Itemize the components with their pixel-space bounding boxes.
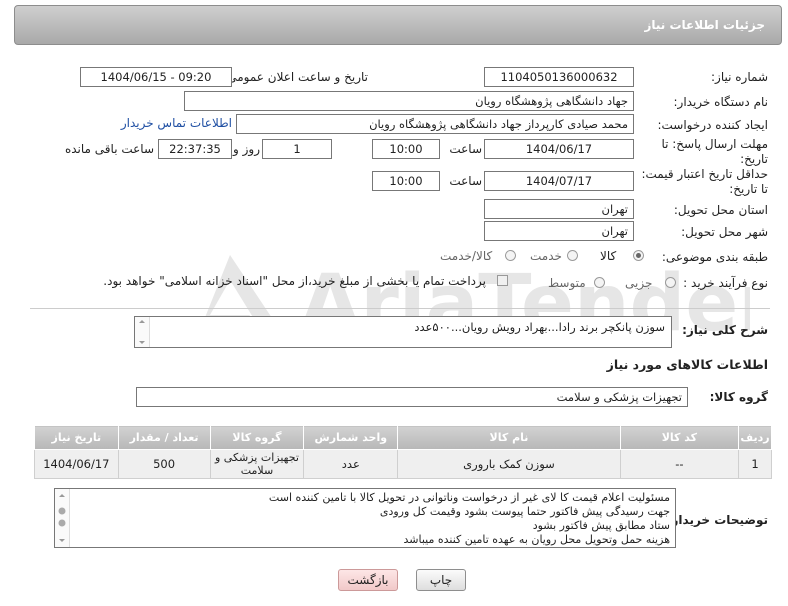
goods-group-field: تجهیزات پزشکی و سلامت <box>136 387 688 407</box>
general-desc-scrollbar[interactable] <box>135 317 150 347</box>
province-field: تهران <box>484 199 634 219</box>
cell-unit: عدد <box>303 449 399 479</box>
city-label: شهر محل تحویل: <box>681 225 768 239</box>
general-desc-label: شرح کلی نیاز: <box>682 323 768 337</box>
days-and-label: روز و <box>233 142 260 156</box>
validity-time-field: 10:00 <box>372 171 440 191</box>
category-option-goods: کالا <box>600 249 617 263</box>
category-option-goods-service: کالا/خدمت <box>440 249 493 263</box>
process-type-label: نوع فرآیند خرید : <box>683 276 768 290</box>
payment-note: پرداخت تمام یا بخشی از مبلغ خرید،از محل … <box>103 274 486 288</box>
process-radio-medium[interactable] <box>594 277 605 288</box>
note-line: هزینه حمل وتحویل محل رویان به عهده تامین… <box>403 533 670 546</box>
buyer-notes-text: مسئولیت اعلام قیمت کا لای غیر از درخواست… <box>269 491 670 547</box>
process-option-minor: جزیی <box>625 276 653 290</box>
announce-label: تاریخ و ساعت اعلان عمومی: <box>223 70 368 84</box>
buyer-notes-textarea[interactable]: مسئولیت اعلام قیمت کا لای غیر از درخواست… <box>54 488 676 548</box>
category-radio-service[interactable] <box>567 250 578 261</box>
city-field: تهران <box>484 221 634 241</box>
reply-time-field: 10:00 <box>372 139 440 159</box>
cell-row: 1 <box>738 449 772 479</box>
goods-group-label: گروه کالا: <box>709 390 768 404</box>
reply-time-label: ساعت <box>449 142 482 156</box>
treasury-payment-checkbox[interactable] <box>497 275 508 286</box>
validity-time-label: ساعت <box>449 174 482 188</box>
need-number-field: 1104050136000632 <box>484 67 634 87</box>
header-bar: جزئیات اطلاعات نیاز <box>14 5 782 45</box>
cell-need-date: 1404/06/17 <box>34 449 119 479</box>
category-option-service: خدمت <box>530 249 562 263</box>
col-quantity: تعداد / مقدار <box>117 425 211 450</box>
table-row: 1404/06/17 500 تجهیزات پزشکی و سلامت عدد… <box>34 449 772 479</box>
back-button[interactable]: بازگشت <box>338 569 398 591</box>
col-unit: واحد شمارش <box>303 425 399 450</box>
process-radio-minor[interactable] <box>665 277 676 288</box>
category-radio-goods[interactable] <box>633 250 644 261</box>
reply-date-field: 1404/06/17 <box>484 139 634 159</box>
requester-label: ایجاد کننده درخواست: <box>657 118 768 132</box>
announce-field: 1404/06/15 - 09:20 <box>80 67 232 87</box>
col-row: ردیف <box>738 425 772 450</box>
process-option-medium: متوسط <box>548 276 586 290</box>
need-number-label: شماره نیاز: <box>711 70 768 84</box>
page-title: جزئیات اطلاعات نیاز <box>644 18 765 32</box>
note-line: مسئولیت اعلام قیمت کا لای غیر از درخواست… <box>268 491 670 504</box>
cell-quantity: 500 <box>117 449 211 479</box>
buyer-contact-link[interactable]: اطلاعات تماس خریدار <box>121 116 232 130</box>
requester-field: محمد صیادی کارپرداز جهاد دانشگاهی پژوهشگ… <box>236 114 634 134</box>
days-field: 1 <box>262 139 332 159</box>
buyer-org-field: جهاد دانشگاهی پژوهشگاه رویان <box>184 91 634 111</box>
col-goods-group: گروه کالا <box>209 425 305 450</box>
buyer-notes-scrollbar[interactable] <box>55 489 70 547</box>
reply-deadline-label: مهلت ارسال پاسخ: تا تاریخ: <box>661 137 768 166</box>
goods-table: تاریخ نیاز تعداد / مقدار گروه کالا واحد … <box>34 425 772 479</box>
remaining-time-field: 22:37:35 <box>158 139 232 159</box>
general-desc-textarea[interactable]: سوزن پانکچر برند رادا...بهراد رویش رویان… <box>134 316 672 348</box>
col-goods-name: نام کالا <box>397 425 621 450</box>
print-button[interactable]: چاپ <box>416 569 466 591</box>
goods-table-header: تاریخ نیاز تعداد / مقدار گروه کالا واحد … <box>34 425 772 450</box>
goods-info-heading: اطلاعات کالاهای مورد نیاز <box>606 357 768 372</box>
divider <box>30 308 770 309</box>
category-radio-goods-service[interactable] <box>505 250 516 261</box>
category-label: طبقه بندی موضوعی: <box>661 250 768 264</box>
buyer-notes-label: توضیحات خریدار: <box>666 513 768 527</box>
note-line: جهت رسیدگی پیش فاکتور حتما پیوست بشود وق… <box>379 505 670 518</box>
general-desc-text: سوزن پانکچر برند رادا...بهراد رویش رویان… <box>414 320 665 334</box>
col-need-date: تاریخ نیاز <box>34 425 119 450</box>
province-label: استان محل تحویل: <box>673 203 768 217</box>
note-line: ستاد مطابق پیش فاکتور بشود <box>532 519 670 532</box>
cell-goods-name: سوزن کمک باروری <box>397 449 621 479</box>
buyer-org-label: نام دستگاه خریدار: <box>673 95 769 109</box>
remaining-label: ساعت باقی مانده <box>64 142 154 156</box>
cell-goods-group: تجهیزات پزشکی و سلامت <box>209 449 305 479</box>
price-validity-label: حداقل تاریخ اعتبار قیمت: تا تاریخ: <box>641 167 768 196</box>
validity-date-field: 1404/07/17 <box>484 171 634 191</box>
col-goods-code: کد کالا <box>619 425 740 450</box>
cell-goods-code: -- <box>619 449 740 479</box>
